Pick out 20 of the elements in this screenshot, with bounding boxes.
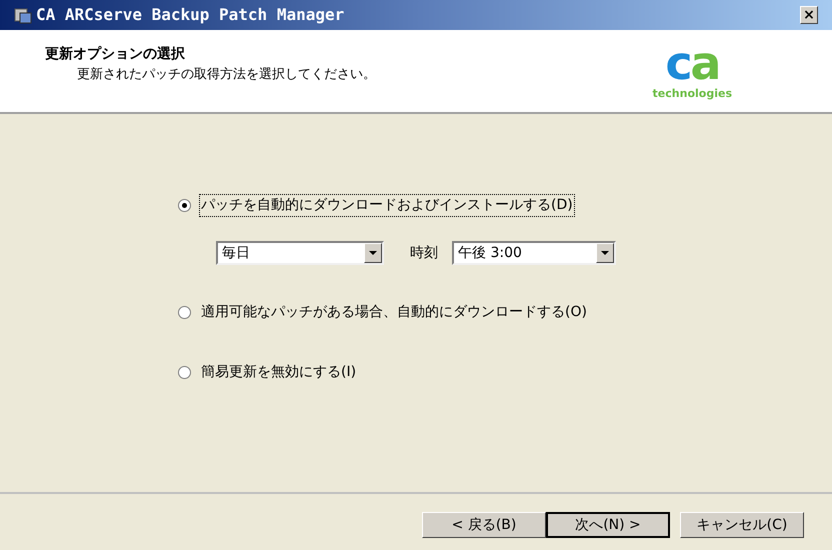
time-label: 時刻 (410, 244, 438, 262)
page-title: 更新オプションの選択 (45, 44, 186, 64)
dialog-button[interactable]: 次へ(N) > (546, 512, 670, 538)
option-label[interactable]: 簡易更新を無効にする(I) (199, 361, 358, 384)
window-title: CA ARCserve Backup Patch Manager (36, 4, 346, 26)
dropdown-field[interactable]: 毎日 (216, 241, 384, 265)
app-icon (14, 6, 32, 24)
close-button[interactable]: × (800, 6, 818, 24)
dropdown-field[interactable]: 午後 3:00 (452, 241, 616, 265)
option-label[interactable]: 適用可能なパッチがある場合、自動的にダウンロードする(O) (199, 301, 589, 324)
option-label[interactable]: パッチを自動的にダウンロードおよびインストールする(D) (199, 194, 575, 217)
radio-button[interactable] (178, 366, 191, 379)
dialog-button[interactable]: < 戻る(B) (422, 512, 546, 538)
dialog-button[interactable]: キャンセル(C) (680, 512, 804, 538)
radio-button[interactable] (178, 306, 191, 319)
logo-tagline: technologies (652, 86, 732, 102)
radio-button[interactable] (178, 199, 191, 212)
logo-letter: a (690, 40, 720, 86)
page-subtitle: 更新されたパッチの取得方法を選択してください。 (76, 66, 377, 84)
logo-letter: c (665, 40, 690, 86)
